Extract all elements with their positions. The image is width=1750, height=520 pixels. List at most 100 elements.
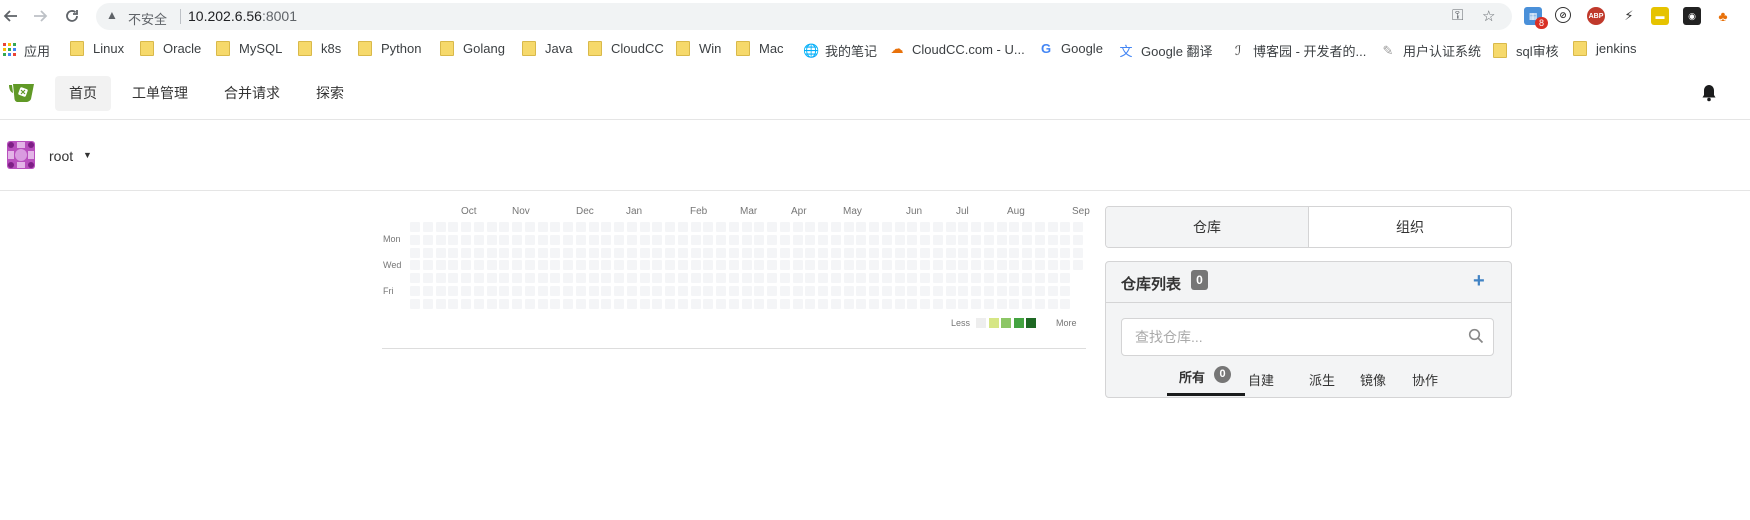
heatmap-cell[interactable] — [741, 298, 752, 309]
heatmap-cell[interactable] — [779, 247, 790, 258]
heatmap-cell[interactable] — [1047, 234, 1058, 245]
heatmap-cell[interactable] — [830, 222, 841, 232]
heatmap-cell[interactable] — [779, 273, 790, 283]
heatmap-cell[interactable] — [881, 260, 892, 271]
heatmap-cell[interactable] — [601, 234, 612, 245]
heatmap-cell[interactable] — [1073, 260, 1083, 271]
heatmap-cell[interactable] — [448, 260, 459, 271]
heatmap-cell[interactable] — [448, 222, 459, 232]
adblock-icon[interactable]: ABP — [1587, 7, 1605, 25]
bookmark-item[interactable]: Mac — [736, 41, 784, 56]
heatmap-cell[interactable] — [767, 285, 777, 296]
heatmap-cell[interactable] — [690, 260, 701, 271]
heatmap-cell[interactable] — [767, 260, 777, 271]
heatmap-cell[interactable] — [716, 273, 726, 283]
heatmap-cell[interactable] — [626, 247, 637, 258]
heatmap-cell[interactable] — [1022, 298, 1032, 309]
search-icon[interactable] — [1468, 328, 1484, 344]
heatmap-cell[interactable] — [767, 273, 777, 283]
heatmap-cell[interactable] — [537, 273, 548, 283]
heatmap-cell[interactable] — [779, 222, 790, 232]
heatmap-cell[interactable] — [550, 247, 561, 258]
heatmap-cell[interactable] — [843, 247, 854, 258]
plus-icon[interactable]: + — [1473, 270, 1485, 293]
heatmap-cell[interactable] — [1022, 234, 1032, 245]
heatmap-cell[interactable] — [499, 247, 510, 258]
tab-organizations[interactable]: 组织 — [1309, 207, 1511, 247]
heatmap-cell[interactable] — [754, 298, 765, 309]
heatmap-cell[interactable] — [575, 222, 586, 232]
heatmap-cell[interactable] — [1022, 247, 1032, 258]
heatmap-cell[interactable] — [448, 285, 459, 296]
heatmap-cell[interactable] — [677, 298, 688, 309]
heatmap-cell[interactable] — [716, 234, 726, 245]
heatmap-cell[interactable] — [728, 222, 739, 232]
nav-explore[interactable]: 探索 — [302, 76, 358, 111]
heatmap-cell[interactable] — [894, 285, 905, 296]
filter-sources[interactable]: 自建 — [1248, 370, 1274, 389]
bookmark-item[interactable]: sql审核 — [1493, 41, 1559, 60]
heatmap-cell[interactable] — [945, 247, 956, 258]
heatmap-cell[interactable] — [614, 234, 624, 245]
heatmap-cell[interactable] — [703, 222, 714, 232]
filter-all[interactable]: 所有 — [1179, 367, 1205, 386]
heatmap-cell[interactable] — [690, 285, 701, 296]
heatmap-cell[interactable] — [856, 260, 867, 271]
heatmap-cell[interactable] — [1060, 222, 1071, 232]
heatmap-cell[interactable] — [588, 298, 599, 309]
heatmap-cell[interactable] — [422, 247, 433, 258]
heatmap-cell[interactable] — [614, 298, 624, 309]
heatmap-cell[interactable] — [869, 247, 879, 258]
heatmap-cell[interactable] — [945, 260, 956, 271]
bookmark-item[interactable]: G Google — [1039, 41, 1103, 56]
nav-issues[interactable]: 工单管理 — [118, 76, 202, 111]
heatmap-cell[interactable] — [410, 285, 420, 296]
heatmap-cell[interactable] — [665, 247, 675, 258]
heatmap-cell[interactable] — [550, 222, 561, 232]
heatmap-cell[interactable] — [996, 247, 1007, 258]
heatmap-cell[interactable] — [1009, 234, 1020, 245]
heatmap-cell[interactable] — [830, 273, 841, 283]
heatmap-cell[interactable] — [422, 222, 433, 232]
heatmap-cell[interactable] — [563, 273, 573, 283]
heatmap-cell[interactable] — [614, 260, 624, 271]
heatmap-cell[interactable] — [932, 222, 943, 232]
heatmap-cell[interactable] — [983, 222, 994, 232]
forward-arrow-icon[interactable] — [29, 5, 51, 27]
heatmap-cell[interactable] — [410, 222, 420, 232]
heatmap-cell[interactable] — [435, 260, 446, 271]
bookmark-item[interactable]: Linux — [70, 41, 124, 56]
heatmap-cell[interactable] — [524, 222, 535, 232]
heatmap-cell[interactable] — [805, 273, 816, 283]
heatmap-cell[interactable] — [779, 298, 790, 309]
heatmap-cell[interactable] — [971, 285, 981, 296]
heatmap-cell[interactable] — [1009, 285, 1020, 296]
heatmap-cell[interactable] — [767, 298, 777, 309]
filter-collaborative[interactable]: 协作 — [1412, 370, 1438, 389]
heatmap-cell[interactable] — [830, 247, 841, 258]
heatmap-cell[interactable] — [983, 298, 994, 309]
heatmap-cell[interactable] — [1060, 234, 1071, 245]
heatmap-cell[interactable] — [1022, 260, 1032, 271]
heatmap-cell[interactable] — [435, 222, 446, 232]
heatmap-cell[interactable] — [1047, 273, 1058, 283]
heatmap-cell[interactable] — [754, 285, 765, 296]
heatmap-cell[interactable] — [639, 298, 650, 309]
heatmap-cell[interactable] — [1022, 222, 1032, 232]
heatmap-cell[interactable] — [818, 273, 828, 283]
heatmap-cell[interactable] — [550, 234, 561, 245]
heatmap-cell[interactable] — [614, 273, 624, 283]
heatmap-cell[interactable] — [410, 260, 420, 271]
heatmap-cell[interactable] — [1047, 285, 1058, 296]
heatmap-cell[interactable] — [983, 285, 994, 296]
tab-repositories[interactable]: 仓库 — [1106, 207, 1309, 247]
heatmap-cell[interactable] — [665, 273, 675, 283]
heatmap-cell[interactable] — [958, 273, 969, 283]
heatmap-cell[interactable] — [856, 298, 867, 309]
bookmark-item[interactable]: 🌐 我的笔记 — [803, 41, 877, 60]
heatmap-cell[interactable] — [575, 285, 586, 296]
heatmap-cell[interactable] — [779, 260, 790, 271]
heatmap-cell[interactable] — [983, 247, 994, 258]
heatmap-cell[interactable] — [932, 285, 943, 296]
heatmap-cell[interactable] — [512, 298, 522, 309]
